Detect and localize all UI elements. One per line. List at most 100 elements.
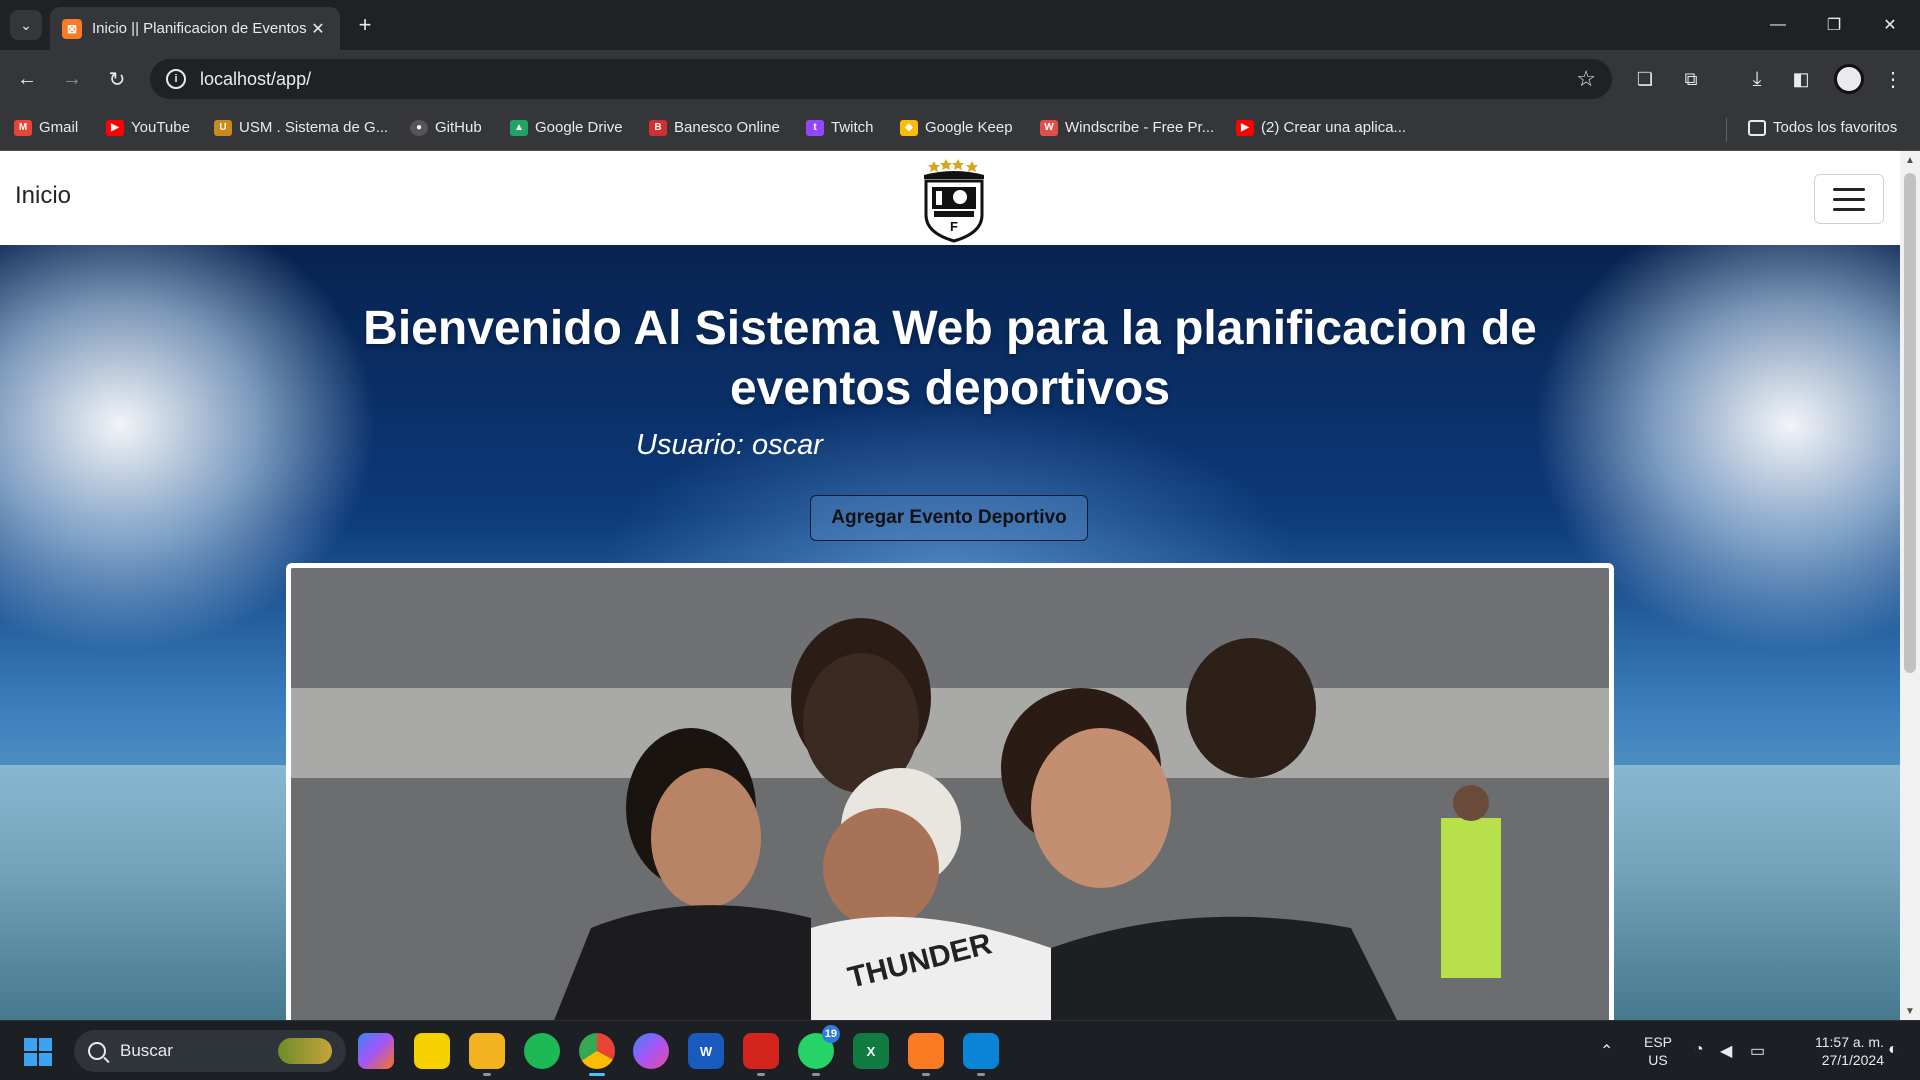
new-tab-button[interactable]: + — [352, 12, 378, 38]
bookmark-youtube-video[interactable]: ▶ (2) Crear una aplica... — [1236, 119, 1406, 136]
stadium-crowd-left — [0, 765, 290, 1020]
reload-button[interactable]: ↻ — [102, 64, 132, 94]
bookmarks-divider — [1726, 118, 1727, 142]
google-keep-icon: ◆ — [900, 119, 918, 136]
volume-icon[interactable]: ◀ — [1720, 1041, 1732, 1061]
menu-line — [1833, 207, 1865, 211]
scroll-up-arrow[interactable]: ▲ — [1900, 151, 1920, 169]
bookmark-label: Twitch — [831, 119, 874, 136]
extensions-icon[interactable]: ⧉ — [1676, 64, 1706, 94]
windows-start-icon[interactable] — [24, 1038, 52, 1066]
twitch-icon: t — [806, 119, 824, 136]
copilot-icon[interactable] — [358, 1033, 394, 1069]
spotify-icon[interactable] — [524, 1033, 560, 1069]
google-drive-icon: ▲ — [510, 119, 528, 136]
team-photo-card: THUNDER — [286, 563, 1614, 1020]
side-panel-icon[interactable]: ◧ — [1786, 64, 1816, 94]
acrobat-icon[interactable] — [743, 1033, 779, 1076]
browser-toolbar: ← → ↻ i localhost/app/ ☆ ❏ ⧉ ⤓ ◧ ⋮ — [0, 50, 1920, 108]
url-text[interactable]: localhost/app/ — [200, 69, 1576, 90]
clock-date: 27/1/2024 — [1821, 1052, 1884, 1068]
bookmark-github[interactable]: ● GitHub — [410, 119, 482, 136]
menu-line — [1833, 197, 1865, 201]
profile-avatar[interactable] — [1834, 64, 1864, 94]
vscode-icon[interactable] — [963, 1033, 999, 1076]
bookmark-label: Google Keep — [925, 119, 1013, 136]
all-bookmarks-folder[interactable]: Todos los favoritos — [1748, 119, 1897, 136]
bookmark-twitch[interactable]: t Twitch — [806, 119, 874, 136]
page-viewport: Inicio F Bienvenido Al Sistema Web para — [0, 151, 1920, 1020]
club-crest-logo[interactable]: F — [920, 155, 988, 243]
bookmark-label: USM . Sistema de G... — [239, 119, 389, 136]
excel-icon[interactable]: X — [853, 1033, 889, 1069]
minimize-button[interactable]: — — [1758, 10, 1798, 40]
close-tab-icon[interactable]: ✕ — [308, 19, 328, 39]
bookmark-label: Google Drive — [535, 119, 623, 136]
chrome-icon[interactable] — [579, 1033, 615, 1076]
back-button[interactable]: ← — [12, 64, 42, 94]
github-icon: ● — [410, 119, 428, 136]
browser-tab-bar: ⌄ ⊠ Inicio || Planificacion de Eventos D… — [0, 0, 1920, 50]
banesco-icon: B — [649, 119, 667, 136]
bookmark-youtube[interactable]: ▶ YouTube — [106, 119, 190, 136]
taskbar-search-placeholder: Buscar — [120, 1041, 173, 1060]
address-bar[interactable]: i localhost/app/ ☆ — [150, 59, 1612, 99]
bookmark-banesco[interactable]: B Banesco Online — [649, 119, 780, 136]
forward-button[interactable]: → — [57, 64, 87, 94]
tab-title: Inicio || Planificacion de Eventos Depor… — [92, 20, 308, 37]
bookmark-google-drive[interactable]: ▲ Google Drive — [510, 119, 623, 136]
menu-kebab-icon[interactable]: ⋮ — [1878, 64, 1908, 94]
nav-brand-link[interactable]: Inicio — [15, 182, 71, 210]
clock[interactable]: 11:57 a. m. 27/1/2024 — [1780, 1033, 1884, 1069]
input-language[interactable]: ESP US — [1638, 1033, 1678, 1069]
site-navbar: Inicio F — [0, 151, 1900, 245]
players-illustration: THUNDER — [291, 568, 1609, 1020]
windscribe-icon: W — [1040, 119, 1058, 136]
active-tab[interactable]: ⊠ Inicio || Planificacion de Eventos Dep… — [50, 7, 340, 50]
site-info-icon[interactable]: i — [166, 69, 186, 89]
xampp-icon: ⊠ — [62, 18, 82, 39]
whatsapp-icon[interactable]: 19 — [798, 1025, 840, 1076]
add-sport-event-button[interactable]: Agregar Evento Deportivo — [810, 495, 1088, 541]
notification-bell-icon[interactable]: ◐ — [1888, 1041, 1898, 1059]
bookmark-usm[interactable]: U USM . Sistema de G... — [214, 119, 388, 136]
clock-time: 11:57 a. m. — [1814, 1034, 1884, 1050]
bookmark-google-keep[interactable]: ◆ Google Keep — [900, 119, 1013, 136]
navbar-toggler-button[interactable] — [1814, 174, 1884, 224]
taskbar-search[interactable]: Buscar — [74, 1030, 346, 1072]
stadium-crowd-right — [1610, 765, 1900, 1020]
file-explorer-icon[interactable] — [469, 1033, 505, 1076]
hero-title: Bienvenido Al Sistema Web para la planif… — [363, 302, 1537, 415]
bookmark-star-icon[interactable]: ☆ — [1576, 66, 1596, 92]
xampp-icon[interactable] — [908, 1033, 944, 1076]
page-scrollbar[interactable]: ▲ ▼ — [1900, 151, 1920, 1020]
scroll-thumb[interactable] — [1904, 173, 1916, 673]
region-code: US — [1648, 1052, 1668, 1068]
collections-icon[interactable]: ❏ — [1630, 64, 1660, 94]
search-icon — [88, 1042, 106, 1060]
bookmark-label: Windscribe - Free Pr... — [1065, 119, 1215, 136]
bookmark-label: (2) Crear una aplica... — [1261, 119, 1407, 136]
current-user-label: Usuario: oscar — [636, 429, 823, 461]
usm-icon: U — [214, 119, 232, 136]
close-window-button[interactable]: ✕ — [1870, 10, 1910, 40]
word-icon[interactable]: W — [688, 1033, 724, 1069]
messenger-icon[interactable] — [633, 1033, 669, 1069]
wifi-icon[interactable]: ◔ — [1694, 1041, 1704, 1059]
bookmark-windscribe[interactable]: W Windscribe - Free Pr... — [1040, 119, 1214, 136]
svg-text:F: F — [950, 219, 958, 234]
notification-badge: 19 — [821, 1025, 840, 1043]
search-highlight-image — [278, 1038, 332, 1064]
bookmark-label: Banesco Online — [674, 119, 780, 136]
chevron-up-icon[interactable]: ⌃ — [1600, 1041, 1613, 1061]
tab-search-button[interactable]: ⌄ — [10, 10, 42, 40]
battery-icon[interactable]: ▭ — [1750, 1041, 1765, 1061]
sticky-notes-icon[interactable] — [414, 1033, 450, 1069]
all-bookmarks-label: Todos los favoritos — [1773, 119, 1898, 136]
restore-button[interactable]: ❐ — [1814, 10, 1854, 40]
bookmark-gmail[interactable]: M Gmail — [14, 119, 78, 136]
gmail-icon: M — [14, 119, 32, 136]
download-icon[interactable]: ⤓ — [1742, 64, 1772, 94]
scroll-down-arrow[interactable]: ▼ — [1900, 1002, 1920, 1020]
bookmark-label: Gmail — [39, 119, 79, 136]
